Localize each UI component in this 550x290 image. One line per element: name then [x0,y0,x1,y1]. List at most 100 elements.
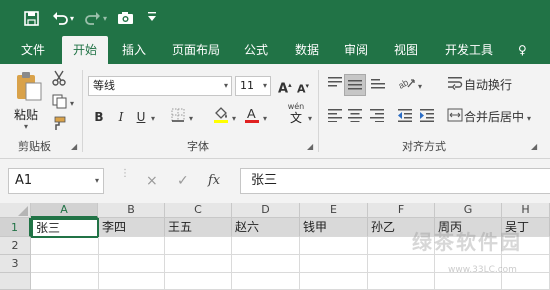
font-color-icon[interactable]: A [244,106,260,129]
column-header-b[interactable]: B [98,203,165,218]
borders-dropdown-icon[interactable]: ▾ [189,114,193,123]
cut-icon[interactable] [50,70,68,91]
cell-b1[interactable]: 李四 [99,218,165,237]
tab-formulas[interactable]: 公式 [236,36,276,64]
font-size-combo[interactable]: 11 ▾ [235,76,271,96]
phonetic-dropdown-icon[interactable]: ▾ [308,114,312,123]
borders-icon[interactable] [170,108,186,127]
underline-dropdown-icon[interactable]: ▾ [151,114,155,123]
orientation-dropdown-icon[interactable]: ▾ [418,82,422,91]
cell-a3[interactable] [31,255,99,273]
cell-c2[interactable] [165,237,232,255]
merge-dropdown-icon[interactable]: ▾ [527,114,531,123]
name-box[interactable]: A1 ▾ [8,168,104,194]
row-header-3[interactable]: 3 [0,255,31,273]
chevron-down-icon[interactable]: ▾ [95,169,99,193]
tell-me-icon[interactable]: ♀ [510,36,535,64]
orientation-icon[interactable]: ab [396,75,416,96]
cell-d3[interactable] [232,255,300,273]
copy-dropdown-icon[interactable]: ▾ [70,99,74,108]
row-header-4[interactable] [0,273,31,290]
camera-icon[interactable] [117,11,134,28]
bold-button[interactable]: B [92,108,106,126]
cell-d1[interactable]: 赵六 [232,218,300,237]
cell-f4[interactable] [368,273,435,290]
alignment-launcher-icon[interactable]: ◢ [531,142,537,151]
tab-insert[interactable]: 插入 [114,36,154,64]
enter-formula-button[interactable]: ✓ [177,168,189,194]
column-header-a[interactable]: A [31,203,98,218]
column-header-c[interactable]: C [165,203,232,218]
customize-qat-icon[interactable] [148,12,156,28]
redo-dropdown-icon[interactable]: ▾ [103,11,107,26]
cell-c4[interactable] [165,273,232,290]
cell-a1[interactable]: 张三 [31,218,99,238]
column-header-h[interactable]: H [502,203,550,218]
fill-color-icon[interactable] [212,106,230,129]
cell-c3[interactable] [165,255,232,273]
fill-color-dropdown-icon[interactable]: ▾ [232,114,236,123]
cell-h4[interactable] [502,273,550,290]
column-header-e[interactable]: E [300,203,368,218]
align-right-icon[interactable] [368,108,386,127]
copy-icon[interactable] [50,94,68,114]
formula-bar-grip-icon[interactable]: ⋮ [120,169,130,179]
paste-button[interactable]: 粘贴 ▾ [12,70,46,132]
increase-indent-icon[interactable] [418,108,436,127]
undo-dropdown-icon[interactable]: ▾ [70,11,74,26]
redo-icon[interactable] [85,10,101,29]
phonetic-button[interactable]: wén 文 [284,102,308,128]
select-all-button[interactable] [0,203,31,218]
font-launcher-icon[interactable]: ◢ [307,142,313,151]
merge-center-icon[interactable] [446,108,464,127]
tab-view[interactable]: 视图 [386,36,426,64]
tab-review[interactable]: 审阅 [336,36,376,64]
cell-d4[interactable] [232,273,300,290]
tab-data[interactable]: 数据 [287,36,327,64]
cell-b3[interactable] [99,255,165,273]
italic-button[interactable]: I [114,108,128,126]
cell-g4[interactable] [435,273,502,290]
align-middle-icon[interactable] [344,74,366,96]
tab-file[interactable]: 文件 [13,36,53,64]
cell-b4[interactable] [99,273,165,290]
wrap-text-icon[interactable] [446,76,464,95]
undo-icon[interactable] [52,10,68,29]
cell-e3[interactable] [300,255,368,273]
tab-developer[interactable]: 开发工具 [437,36,501,64]
cell-c1[interactable]: 王五 [165,218,232,237]
font-name-combo[interactable]: 等线 ▾ [88,76,232,96]
align-left-icon[interactable] [326,108,344,127]
underline-button[interactable]: U [134,108,148,126]
column-header-d[interactable]: D [232,203,300,218]
cell-d2[interactable] [232,237,300,255]
cell-b2[interactable] [99,237,165,255]
tab-home[interactable]: 开始 [62,36,108,64]
cell-e4[interactable] [300,273,368,290]
decrease-indent-icon[interactable] [396,108,414,127]
wrap-text-button[interactable]: 自动换行 [464,76,512,94]
tab-page-layout[interactable]: 页面布局 [164,36,228,64]
grow-font-button[interactable]: A▴ [278,76,292,98]
align-top-icon[interactable] [326,76,344,95]
cancel-formula-button[interactable]: × [146,168,158,194]
row-header-2[interactable]: 2 [0,237,31,255]
align-center-icon[interactable] [346,108,364,127]
cell-a4[interactable] [31,273,99,290]
shrink-font-button[interactable]: A▾ [297,77,309,99]
column-header-f[interactable]: F [368,203,435,218]
column-header-g[interactable]: G [435,203,502,218]
cell-e2[interactable] [300,237,368,255]
save-icon[interactable] [24,11,39,29]
cell-e1[interactable]: 钱甲 [300,218,368,237]
row-header-1[interactable]: 1 [0,218,31,237]
formula-input[interactable]: 张三 [240,168,550,194]
merge-center-button[interactable]: 合并后居中 [464,108,524,126]
clipboard-launcher-icon[interactable]: ◢ [71,142,77,151]
align-bottom-icon[interactable] [369,76,387,95]
cell-a2[interactable] [31,237,99,255]
insert-function-button[interactable]: fx [208,168,220,194]
cell-f3[interactable] [368,255,435,273]
format-painter-icon[interactable] [50,116,68,136]
font-color-dropdown-icon[interactable]: ▾ [263,114,267,123]
